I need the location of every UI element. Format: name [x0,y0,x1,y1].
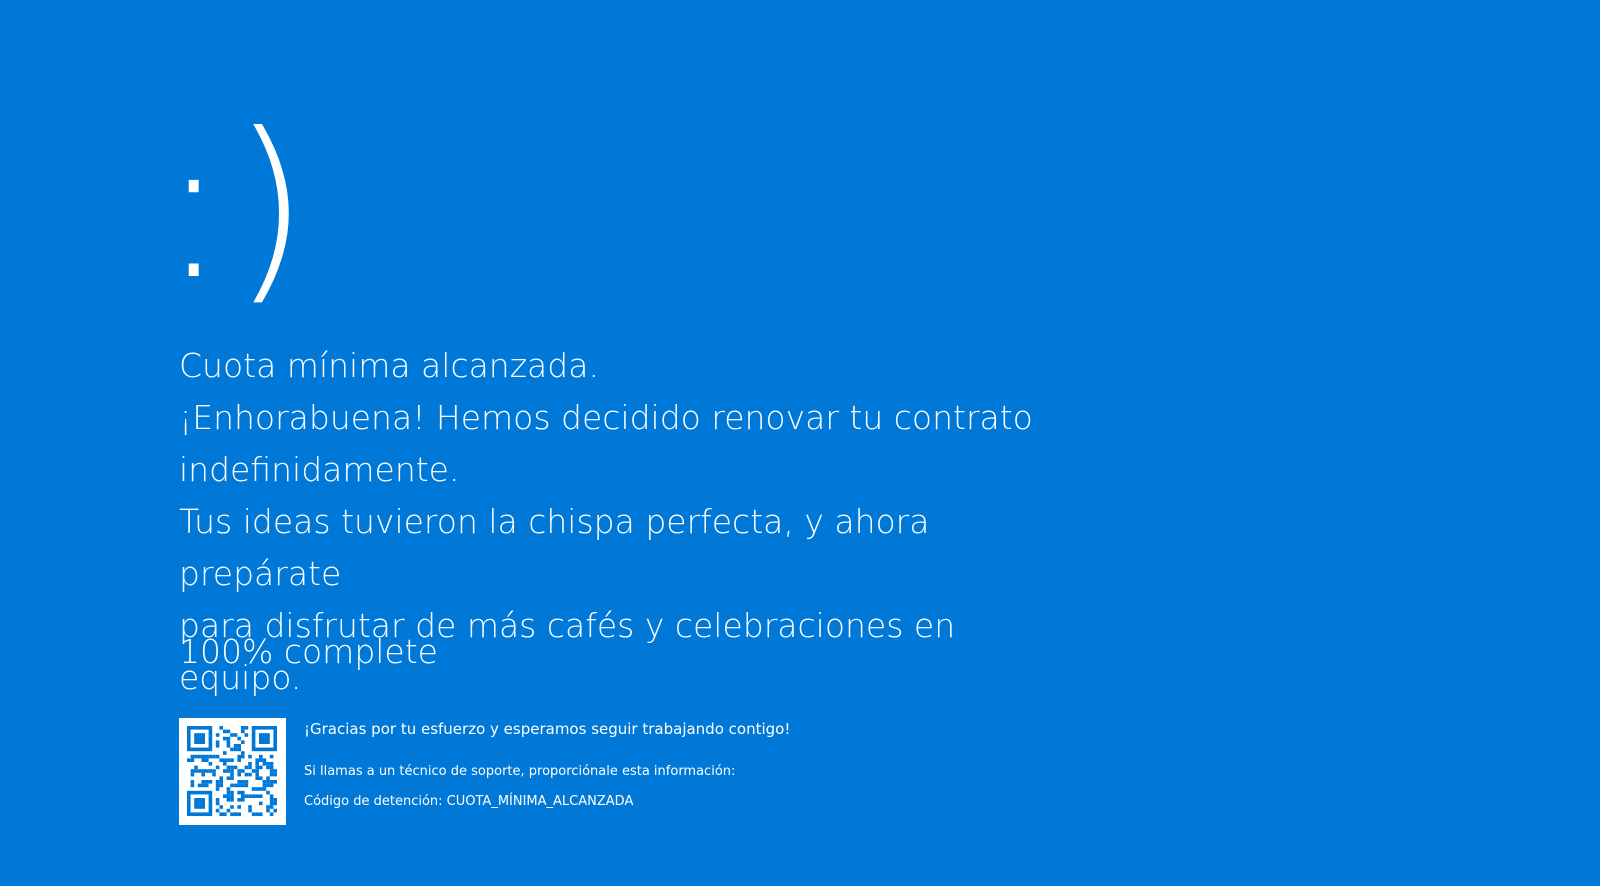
message-line: Cuota mínima alcanzada. [179,346,599,385]
stop-code: Código de detención: CUOTA_MÍNIMA_ALCANZ… [304,794,634,809]
message-line: indefinidamente. [179,450,460,489]
smiley-face: :) [160,91,314,324]
error-screen: :) Cuota mínima alcanzada. ¡Enhorabuena!… [0,0,1600,886]
support-text: Si llamas a un técnico de soporte, propo… [304,764,736,779]
message-line: ¡Enhorabuena! Hemos decidido renovar tu … [179,398,1033,437]
progress-text: 100% complete [179,632,438,671]
message-line: Tus ideas tuvieron la chispa perfecta, y… [179,502,930,593]
qr-code-icon [179,718,286,825]
qr-code-graphic [187,726,277,816]
thanks-text: ¡Gracias por tu esfuerzo y esperamos seg… [304,720,791,738]
info-block: ¡Gracias por tu esfuerzo y esperamos seg… [304,718,1004,812]
